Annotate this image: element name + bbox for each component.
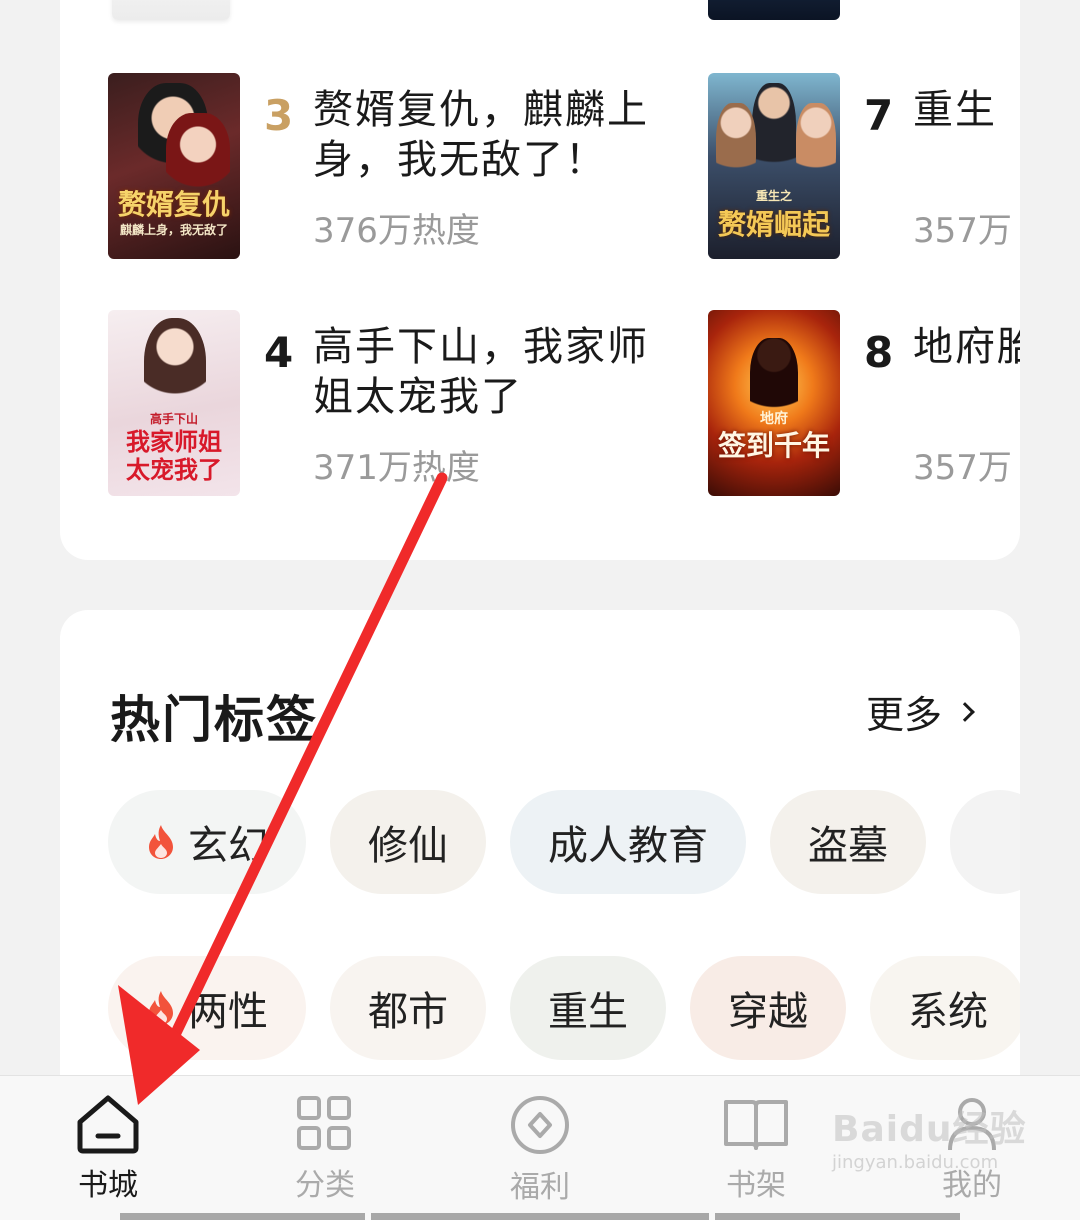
book-item-4[interactable]: 高手下山 我家师姐太宠我了 4 高手下山，我家师姐太宠我了 371万热度 [108, 310, 668, 496]
nav-item-welfare[interactable]: 福利 [470, 1094, 610, 1206]
book-icon [724, 1100, 788, 1150]
book-title[interactable]: 赘婿复仇，麒麟上身，我无敌了！ [313, 85, 663, 185]
watermark-sub: jingyan.baidu.com [832, 1152, 999, 1173]
book-heat: 371万热度 [313, 448, 480, 488]
tag-label: 玄幻 [188, 823, 268, 869]
cover-subtitle: 麒麟上身，我无敌了 [119, 223, 228, 237]
tag-label: 盗墓 [808, 823, 888, 869]
cover-title: 赘婿崛起 [717, 208, 830, 241]
ranking-card: 赘婿复仇 麒麟上身，我无敌了 3 赘婿复仇，麒麟上身，我无敌了！ 376万热度 … [60, 0, 1020, 560]
book-title[interactable]: 重生 [913, 85, 1020, 135]
tag-chip[interactable]: 盗墓 [770, 790, 926, 894]
tag-label: 重生 [548, 989, 628, 1035]
home-indicator [715, 1213, 960, 1220]
tag-row-2: 两性 都市 重生 穿越 系统 [108, 956, 1020, 1060]
cover-title: 我家师姐太宠我了 [126, 427, 222, 484]
home-indicator [371, 1213, 709, 1220]
home-indicator [120, 1213, 365, 1220]
tag-chip[interactable]: 都市 [330, 956, 486, 1060]
tag-chip[interactable]: 成人教育 [510, 790, 746, 894]
book-heat: 357万 [913, 448, 1012, 488]
more-link[interactable]: 更多 [865, 684, 975, 739]
watermark-main: Baidu经验 [832, 1109, 1027, 1150]
tag-chip[interactable]: 玄幻 [108, 790, 306, 894]
cover-title: 签到千年 [717, 429, 830, 462]
tag-label: 修仙 [368, 823, 448, 869]
book-title[interactable]: 地府胎气 [913, 322, 1020, 372]
nav-item-bookstore[interactable]: 书城 [38, 1094, 178, 1204]
coin-icon [511, 1096, 569, 1154]
tag-label: 两性 [188, 989, 268, 1035]
tag-chip[interactable]: 系统 [870, 956, 1020, 1060]
tag-chip[interactable]: 两性 [108, 956, 306, 1060]
book-item-7[interactable]: 重生之 赘婿崛起 7 重生 357万 [708, 73, 1020, 259]
nav-label: 分类 [295, 1168, 355, 1203]
flame-icon [149, 991, 173, 1025]
nav-label: 福利 [510, 1170, 570, 1205]
book-title[interactable]: 高手下山，我家师姐太宠我了 [313, 322, 663, 422]
book-cover-partial[interactable] [708, 0, 840, 20]
tag-chip[interactable]: 重生 [510, 956, 666, 1060]
book-item-3[interactable]: 赘婿复仇 麒麟上身，我无敌了 3 赘婿复仇，麒麟上身，我无敌了！ 376万热度 [108, 73, 668, 259]
tag-label: 系统 [908, 989, 988, 1035]
ranking-right-column: 重生之 赘婿崛起 7 重生 357万 地府 签到千年 8 地府胎气 357万 [708, 0, 1020, 560]
book-cover-partial[interactable] [112, 0, 230, 20]
nav-label: 书城 [78, 1168, 138, 1203]
tag-label: 成人教育 [548, 823, 708, 869]
book-cover[interactable]: 重生之 赘婿崛起 [708, 73, 840, 259]
rank-number: 7 [864, 91, 894, 140]
nav-label: 书架 [726, 1168, 786, 1203]
book-cover[interactable]: 赘婿复仇 麒麟上身，我无敌了 [108, 73, 240, 259]
book-cover[interactable]: 地府 签到千年 [708, 310, 840, 496]
tag-row-1: 玄幻 修仙 成人教育 盗墓 [108, 790, 1020, 894]
tag-label: 都市 [368, 989, 448, 1035]
chevron-right-icon [955, 701, 975, 722]
cover-title: 赘婿复仇 [117, 188, 230, 221]
grid-icon [297, 1096, 351, 1150]
book-heat: 357万 [913, 211, 1012, 251]
tag-chip[interactable] [950, 790, 1020, 894]
rank-number: 8 [864, 328, 894, 377]
rank-number: 3 [264, 91, 294, 140]
nav-item-category[interactable]: 分类 [255, 1094, 395, 1204]
tag-chip[interactable]: 穿越 [690, 956, 846, 1060]
rank-number: 4 [264, 328, 294, 377]
book-cover[interactable]: 高手下山 我家师姐太宠我了 [108, 310, 240, 496]
tag-label: 穿越 [728, 989, 808, 1035]
book-item-8[interactable]: 地府 签到千年 8 地府胎气 357万 [708, 310, 1020, 496]
baidu-watermark: Baidu经验 jingyan.baidu.com [832, 1100, 1032, 1200]
flame-icon [149, 825, 173, 859]
nav-item-bookshelf[interactable]: 书架 [686, 1094, 826, 1204]
home-icon [77, 1095, 139, 1154]
section-title: 热门标签 [110, 691, 318, 749]
cover-subtitle: 重生之 [755, 189, 792, 203]
more-label: 更多 [865, 693, 942, 737]
tag-chip[interactable]: 修仙 [330, 790, 486, 894]
book-heat: 376万热度 [313, 211, 480, 251]
cover-subtitle: 高手下山 [149, 412, 198, 426]
